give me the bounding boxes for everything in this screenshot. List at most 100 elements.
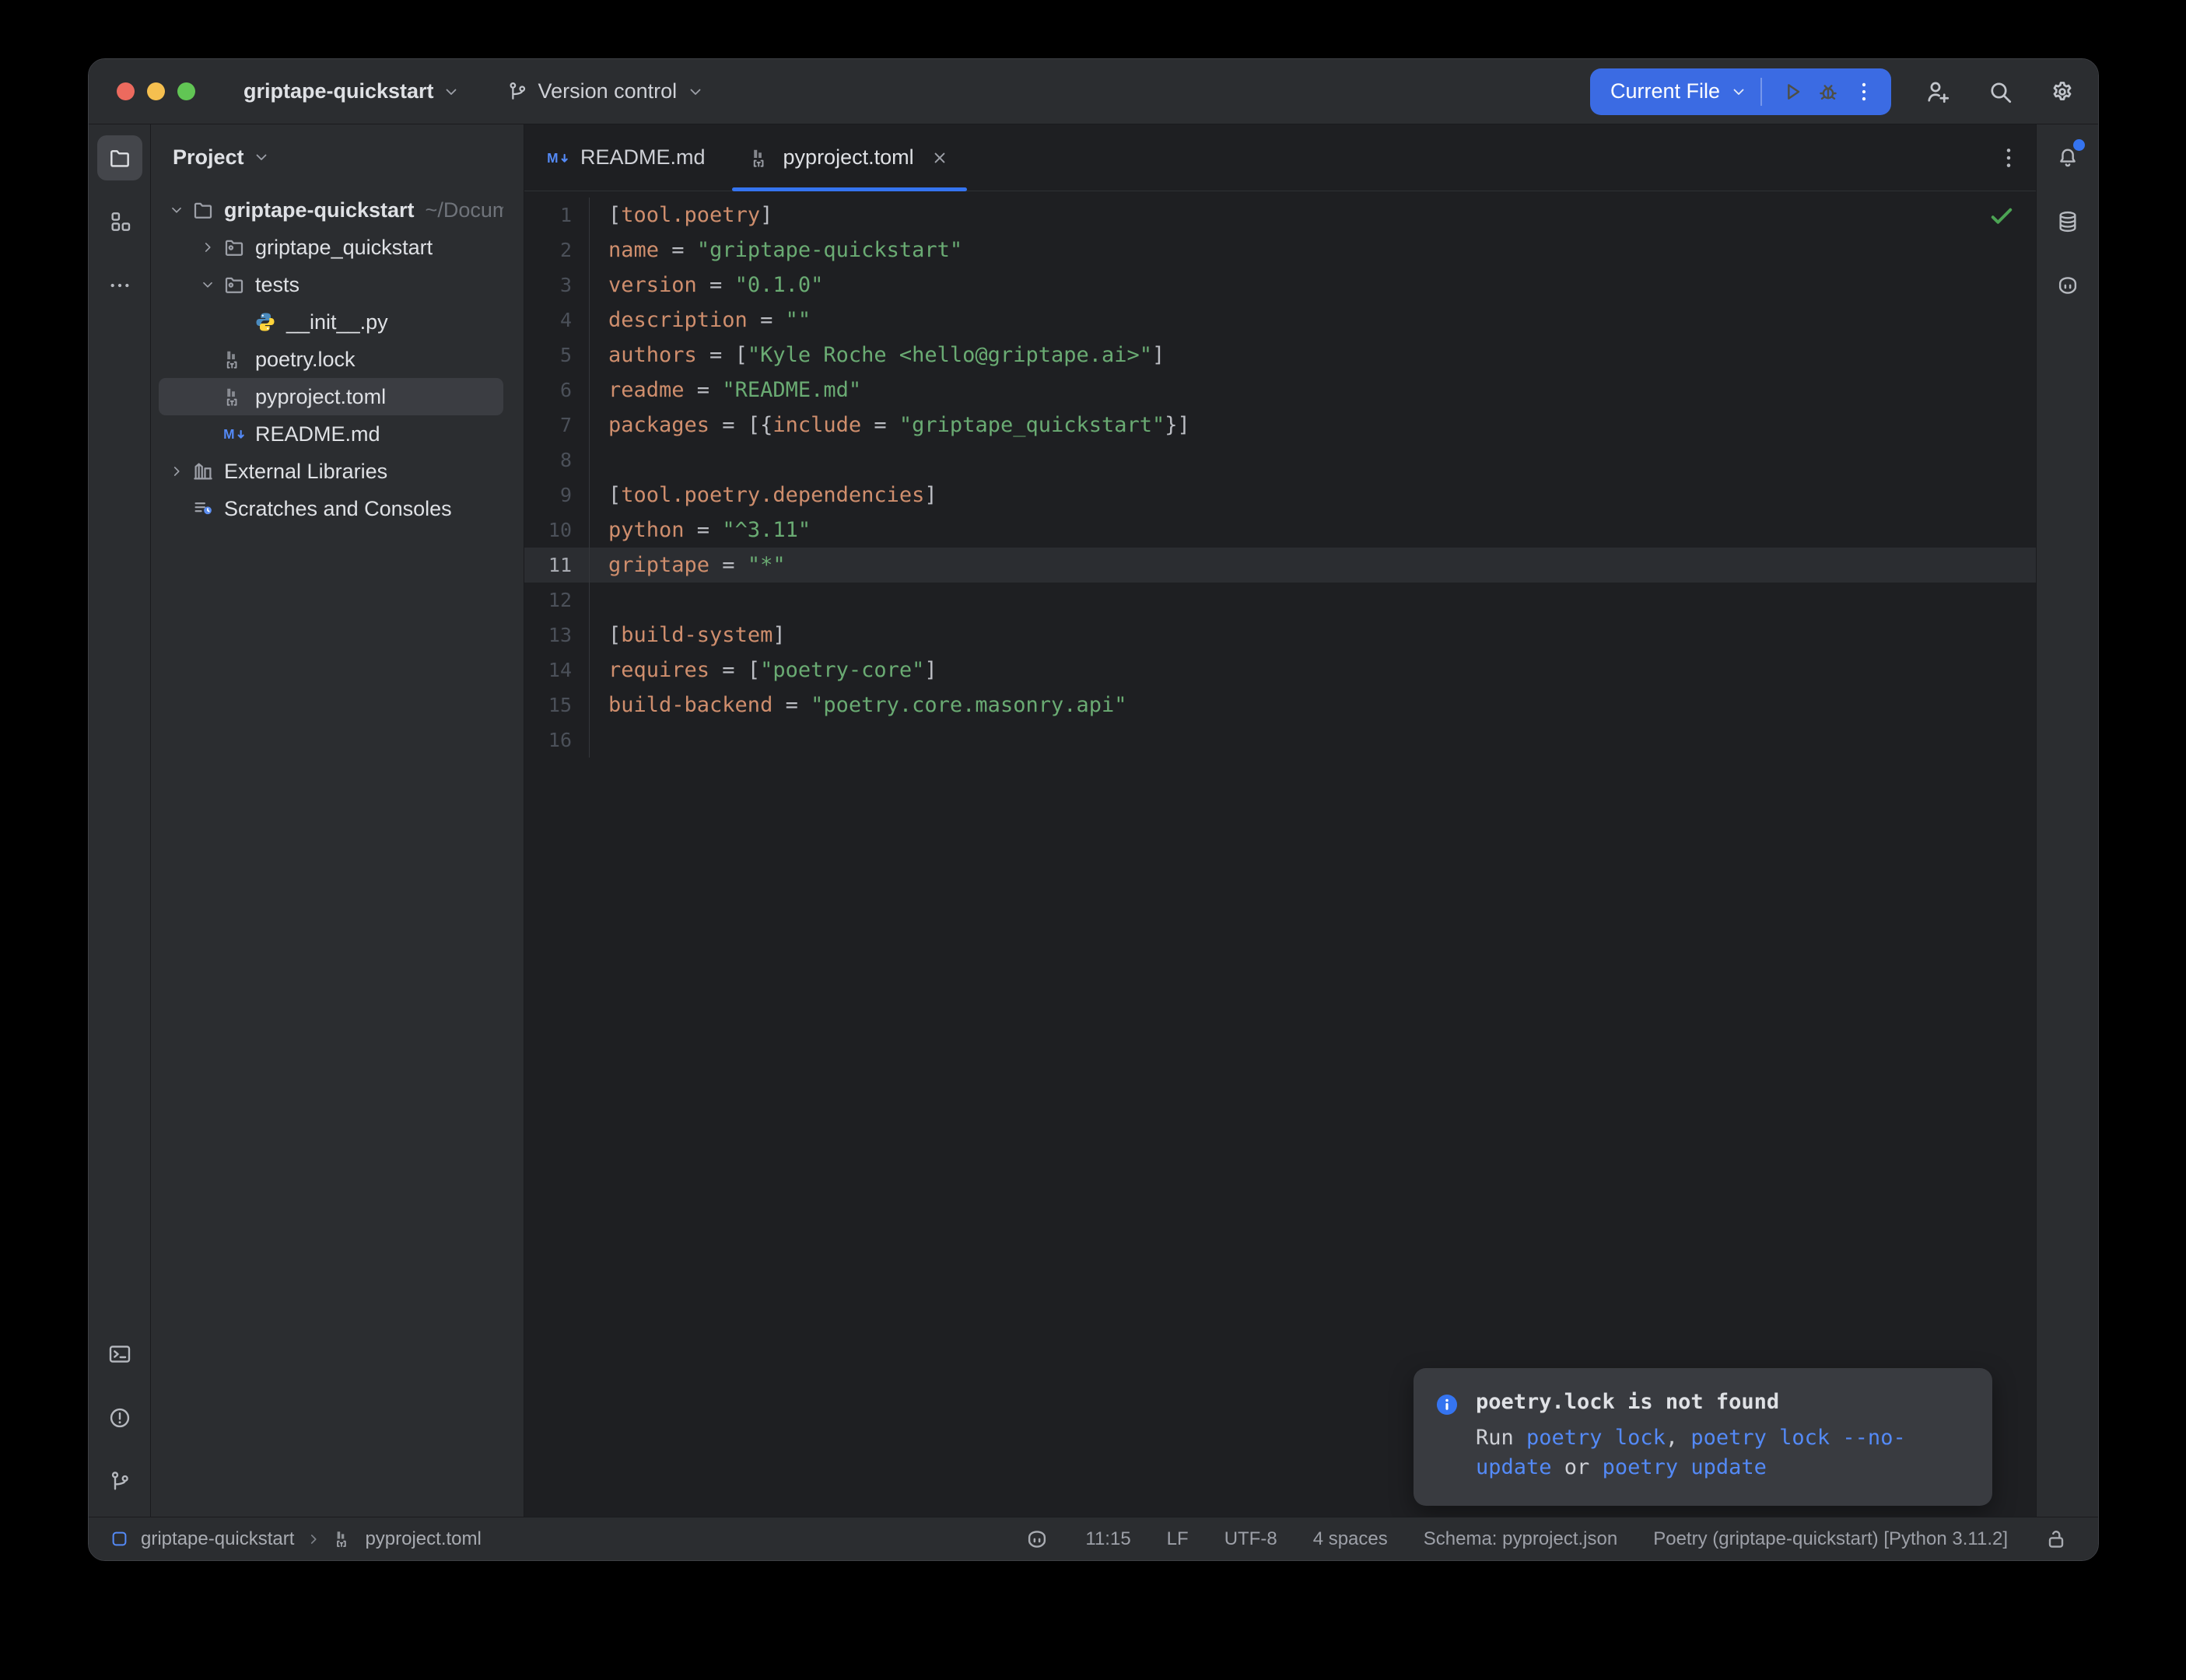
- gear-icon[interactable]: [2048, 78, 2076, 106]
- code-text: [tool.poetry.dependencies]: [590, 483, 937, 507]
- status-line-separator[interactable]: LF: [1167, 1528, 1189, 1550]
- status-json-schema[interactable]: Schema: pyproject.json: [1424, 1528, 1617, 1550]
- minimize-button[interactable]: [147, 82, 165, 100]
- add-user-icon[interactable]: [1924, 78, 1952, 106]
- notification-title: poetry.lock is not found: [1476, 1390, 1969, 1414]
- code-line-3[interactable]: 3version = "0.1.0": [524, 268, 2036, 303]
- close-icon[interactable]: [930, 148, 950, 168]
- tool-button-structure[interactable]: [97, 199, 142, 244]
- git-branch-icon: [506, 80, 529, 103]
- line-number: 9: [524, 478, 590, 513]
- markdown-icon: M: [546, 146, 569, 170]
- project-tree: griptape-quickstart ~/Docume griptape_quic…: [151, 191, 524, 527]
- status-encoding[interactable]: UTF-8: [1224, 1528, 1277, 1550]
- code-line-8[interactable]: 8: [524, 443, 2036, 478]
- inspection-ok-icon[interactable]: [1988, 202, 2016, 230]
- tree-item-scratches-and-consoles[interactable]: Scratches and Consoles: [159, 490, 503, 527]
- notification-text: or: [1552, 1455, 1603, 1479]
- tool-button-problems[interactable]: [97, 1395, 142, 1440]
- tool-button-database[interactable]: [2045, 199, 2090, 244]
- code-line-9[interactable]: 9[tool.poetry.dependencies]: [524, 478, 2036, 513]
- tree-item-griptape-quickstart[interactable]: griptape-quickstart ~/Docume: [159, 191, 503, 229]
- line-number: 3: [524, 268, 590, 303]
- tree-item-tests[interactable]: tests: [159, 266, 503, 303]
- project-switcher[interactable]: griptape-quickstart: [243, 79, 461, 103]
- code-line-15[interactable]: 15build-backend = "poetry.core.masonry.a…: [524, 688, 2036, 723]
- code-text: name = "griptape-quickstart": [590, 238, 962, 262]
- debug-button[interactable]: [1810, 74, 1846, 110]
- project-panel-header[interactable]: Project: [151, 135, 524, 179]
- desktop-background: griptape-quickstart Version control Curr…: [0, 0, 2186, 1680]
- code-text: [tool.poetry]: [590, 203, 772, 227]
- code-text: [build-system]: [590, 623, 786, 647]
- tree-item-label: External Libraries: [224, 460, 387, 484]
- zoom-button[interactable]: [177, 82, 195, 100]
- chevron-down-icon: [252, 148, 271, 166]
- tool-button-terminal[interactable]: [97, 1332, 142, 1377]
- tab-label: README.md: [580, 145, 706, 170]
- status-interpreter[interactable]: Poetry (griptape-quickstart) [Python 3.1…: [1653, 1528, 2008, 1550]
- code-line-11[interactable]: 11griptape = "*": [524, 548, 2036, 583]
- tree-item-init-py[interactable]: __init__.py: [159, 303, 503, 341]
- code-line-13[interactable]: 13[build-system]: [524, 618, 2036, 653]
- chevron-right-icon[interactable]: [194, 234, 221, 261]
- tree-item-external-libraries[interactable]: External Libraries: [159, 453, 503, 490]
- tool-button-version-control[interactable]: [97, 1459, 142, 1504]
- tab-readme-md[interactable]: M README.md: [524, 124, 727, 191]
- vcs-widget[interactable]: Version control: [506, 79, 706, 103]
- chevron-down-icon[interactable]: [1729, 82, 1748, 101]
- tree-item-pyproject-toml[interactable]: pyproject.toml: [159, 378, 503, 415]
- toml-icon: [749, 146, 772, 170]
- code-text: description = "": [590, 308, 811, 332]
- title-bar: griptape-quickstart Version control Curr…: [89, 59, 2098, 124]
- tree-item-poetry-lock[interactable]: poetry.lock: [159, 341, 503, 378]
- tab-pyproject-toml[interactable]: pyproject.toml: [727, 124, 972, 191]
- python-icon: [254, 310, 277, 334]
- line-number: 12: [524, 583, 590, 618]
- chevron-down-icon: [686, 82, 705, 101]
- status-indent-style[interactable]: 4 spaces: [1313, 1528, 1388, 1550]
- tab-label: pyproject.toml: [783, 145, 914, 170]
- code-line-2[interactable]: 2name = "griptape-quickstart": [524, 233, 2036, 268]
- code-line-16[interactable]: 16: [524, 723, 2036, 758]
- tool-button-copilot[interactable]: [2045, 263, 2090, 308]
- close-button[interactable]: [117, 82, 135, 100]
- play-icon: [1780, 79, 1805, 104]
- chevron-spacer: [163, 495, 190, 522]
- chevron-right-icon[interactable]: [163, 458, 190, 485]
- code-editor[interactable]: 1[tool.poetry]2name = "griptape-quicksta…: [524, 191, 2036, 1517]
- database-icon: [2055, 209, 2080, 234]
- breadcrumb-project[interactable]: griptape-quickstart: [141, 1528, 294, 1550]
- link-poetry-lock[interactable]: poetry lock: [1526, 1426, 1666, 1450]
- code-line-7[interactable]: 7packages = [{include = "griptape_quicks…: [524, 408, 2036, 443]
- code-line-12[interactable]: 12: [524, 583, 2036, 618]
- run-config-selector[interactable]: Current File: [1610, 79, 1720, 103]
- copilot-icon[interactable]: [1025, 1527, 1049, 1552]
- code-line-4[interactable]: 4description = "": [524, 303, 2036, 338]
- chevron-down-icon[interactable]: [194, 271, 221, 298]
- code-line-14[interactable]: 14requires = ["poetry-core"]: [524, 653, 2036, 688]
- more-run-options-button[interactable]: [1846, 74, 1882, 110]
- code-line-5[interactable]: 5authors = ["Kyle Roche <hello@griptape.…: [524, 338, 2036, 373]
- tool-button-more-tool-windows[interactable]: [97, 263, 142, 308]
- code-line-6[interactable]: 6readme = "README.md": [524, 373, 2036, 408]
- breadcrumb-file[interactable]: pyproject.toml: [365, 1528, 481, 1550]
- chevron-down-icon[interactable]: [163, 197, 190, 223]
- line-number: 11: [524, 548, 590, 583]
- tree-item-label: griptape-quickstart: [224, 198, 415, 222]
- tree-item-readme-md[interactable]: MREADME.md: [159, 415, 503, 453]
- search-icon[interactable]: [1986, 78, 2014, 106]
- tool-button-notifications[interactable]: [2045, 135, 2090, 180]
- module-icon: [109, 1528, 130, 1549]
- code-line-1[interactable]: 1[tool.poetry]: [524, 198, 2036, 233]
- status-cursor-position[interactable]: 11:15: [1085, 1528, 1130, 1550]
- link-poetry-update[interactable]: poetry update: [1603, 1455, 1767, 1479]
- tab-options-icon[interactable]: [1995, 145, 2022, 171]
- tool-button-project[interactable]: [97, 135, 142, 180]
- run-button[interactable]: [1774, 74, 1810, 110]
- code-line-10[interactable]: 10python = "^3.11": [524, 513, 2036, 548]
- tree-item-label: poetry.lock: [255, 348, 356, 372]
- tree-item-path: ~/Docume: [426, 198, 503, 222]
- lock-open-icon[interactable]: [2044, 1527, 2069, 1552]
- tree-item-griptape-quickstart[interactable]: griptape_quickstart: [159, 229, 503, 266]
